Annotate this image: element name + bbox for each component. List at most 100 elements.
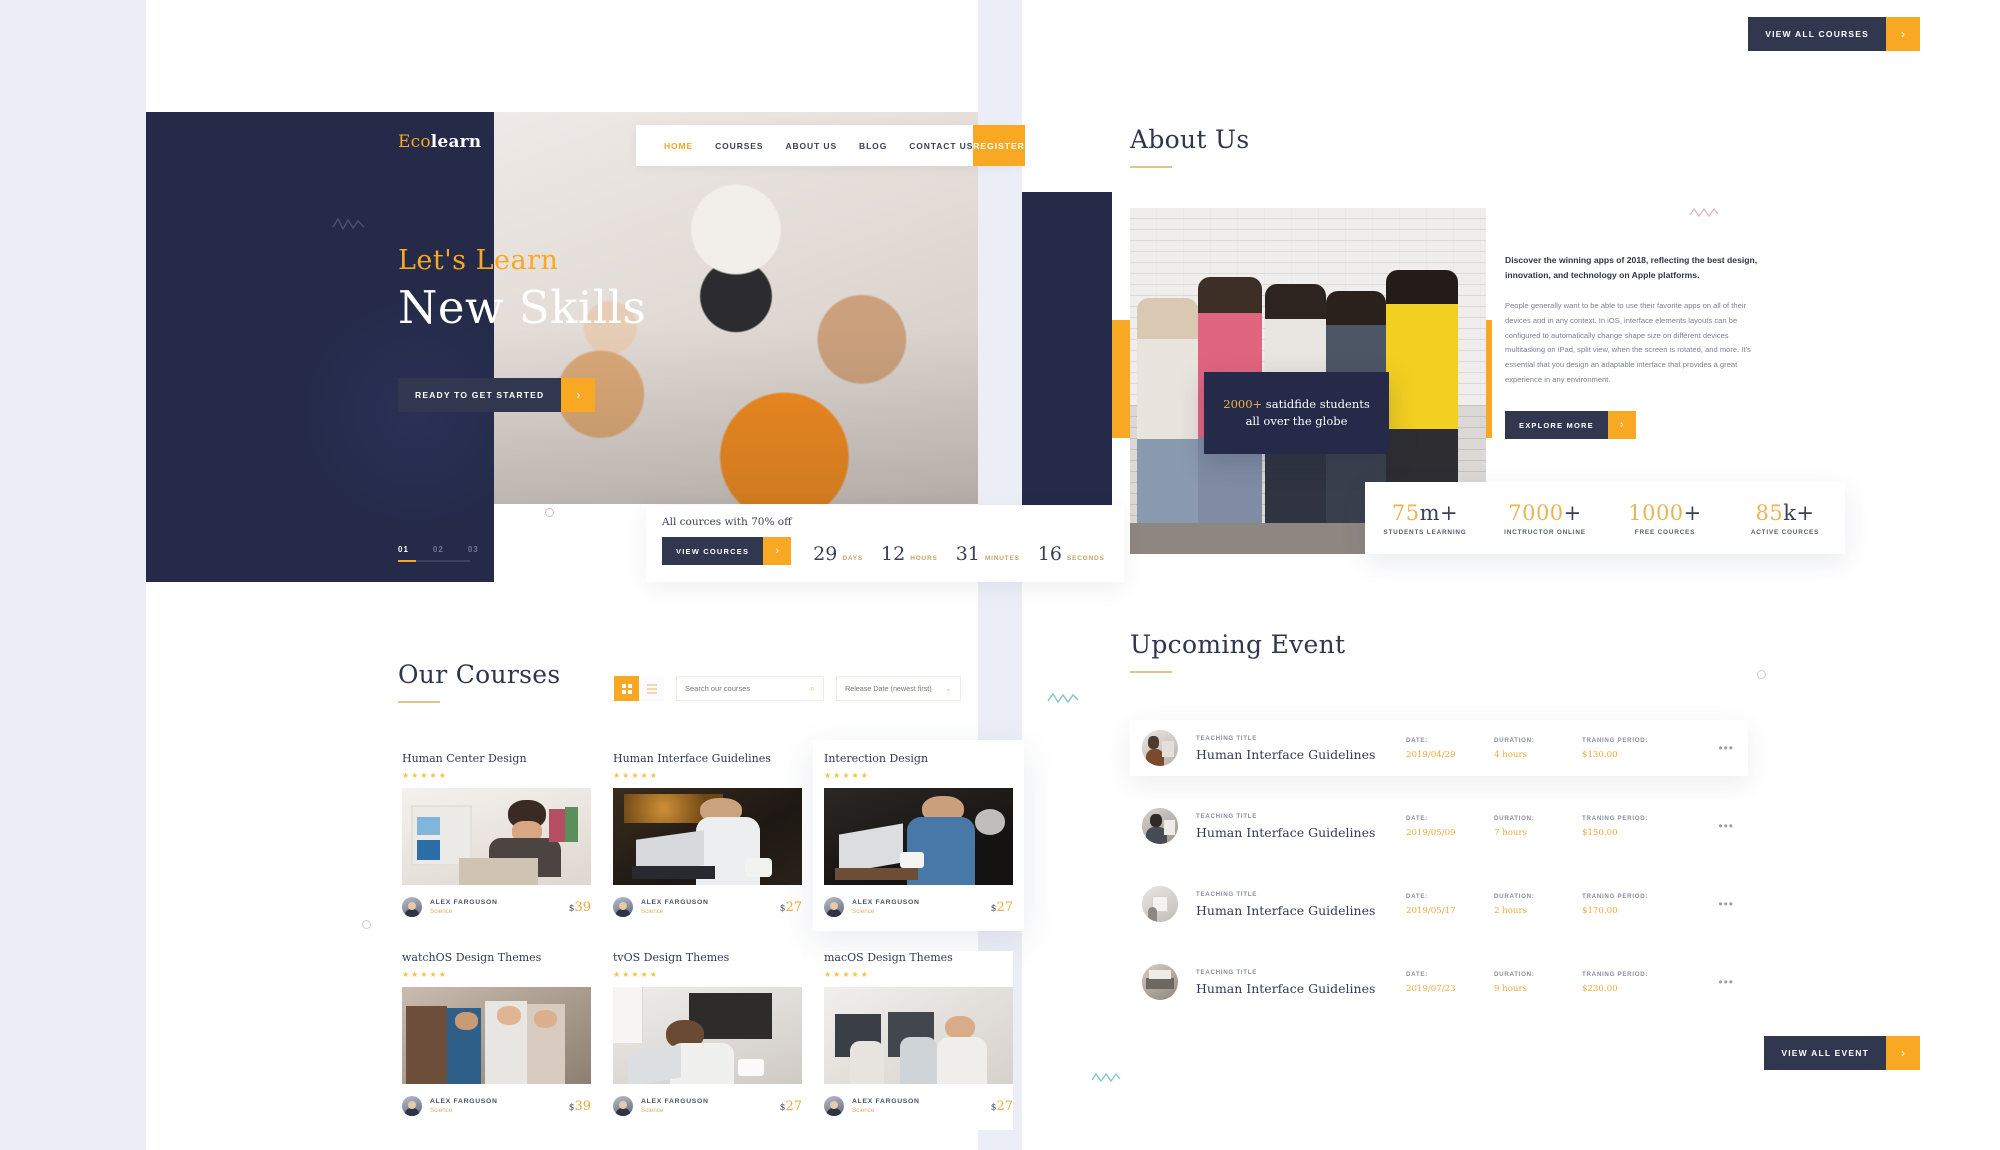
event-duration-value: 9 hours <box>1494 983 1527 994</box>
event-row[interactable]: TEACHING TITLE Human Interface Guideline… <box>1130 798 1748 854</box>
more-options-icon[interactable]: ••• <box>1718 897 1734 911</box>
course-thumbnail <box>402 788 591 885</box>
avatar <box>824 1096 844 1116</box>
event-title-column: TEACHING TITLE Human Interface Guideline… <box>1196 891 1406 918</box>
price-value: 27 <box>785 899 802 915</box>
stat-label: STUDENTS LEARNING <box>1383 528 1467 536</box>
nav-item-home[interactable]: HOME <box>664 141 693 151</box>
explore-more-button[interactable]: EXPLORE MORE › <box>1505 411 1636 445</box>
price-value: 27 <box>996 1098 1013 1114</box>
nav-item-contact-us[interactable]: CONTACT US <box>909 141 973 151</box>
view-all-courses-button[interactable]: VIEW ALL COURSES › <box>1748 17 1920 51</box>
countdown-days: 29 DAYS <box>813 543 863 565</box>
countdown-row: VIEW COURCES › 29 DAYS 12 HOURS 31 MINUT… <box>662 537 1124 571</box>
grid-icon <box>621 683 632 694</box>
event-row[interactable]: TEACHING TITLE Human Interface Guideline… <box>1130 954 1748 1010</box>
countdown-minutes-value: 31 <box>955 543 980 565</box>
view-courses-button[interactable]: VIEW COURCES › <box>662 537 792 571</box>
event-title: Human Interface Guidelines <box>1196 980 1376 996</box>
about-cta: EXPLORE MORE › <box>1505 411 1636 445</box>
event-period-column: TRANING PERIOD: $150.00 <box>1582 815 1692 838</box>
more-options-icon[interactable]: ••• <box>1718 975 1734 989</box>
course-footer: ALEX FARGUSON Science $27 <box>824 897 1013 931</box>
search-input[interactable] <box>685 684 810 693</box>
event-title-label: TEACHING TITLE <box>1196 812 1258 820</box>
register-button[interactable]: REGISTER <box>973 125 1025 166</box>
event-row[interactable]: TEACHING TITLE Human Interface Guideline… <box>1130 876 1748 932</box>
ready-to-get-started-button[interactable]: READY TO GET STARTED › <box>398 378 596 412</box>
event-title: Human Interface Guidelines <box>1196 824 1376 840</box>
stat-label: FREE COURCES <box>1634 528 1696 536</box>
courses-title: Our Courses <box>398 660 561 689</box>
countdown-hours-value: 12 <box>881 543 906 565</box>
sort-select[interactable]: Release Date (newest first) ⌄ <box>836 676 961 701</box>
countdown-hours-label: HOURS <box>910 555 938 562</box>
main-navigation: HOME COURSES ABOUT US BLOG CONTACT US RE… <box>636 125 1025 166</box>
chevron-right-icon: › <box>561 378 596 412</box>
event-title: Human Interface Guidelines <box>1196 902 1376 918</box>
course-thumbnail <box>824 788 1013 885</box>
countdown-seconds-value: 16 <box>1037 543 1062 565</box>
brand-logo[interactable]: Ecolearn <box>398 132 481 152</box>
course-price: $27 <box>991 1099 1013 1114</box>
event-date-column: DATE: 2019/04/29 <box>1406 737 1494 760</box>
course-author: ALEX FARGUSON <box>641 899 709 906</box>
stat-number: 75m+ <box>1365 501 1485 525</box>
event-date-label: DATE: <box>1406 736 1428 744</box>
event-title-label: TEACHING TITLE <box>1196 734 1258 742</box>
about-title-underline <box>1130 166 1172 168</box>
event-title-column: TEACHING TITLE Human Interface Guideline… <box>1196 969 1406 996</box>
event-date-label: DATE: <box>1406 970 1428 978</box>
slide-indicator-3[interactable]: 03 <box>468 545 479 554</box>
brand-eco: Eco <box>398 132 431 152</box>
course-thumbnail <box>613 788 802 885</box>
about-body: People generally want to be able to use … <box>1505 301 1751 385</box>
stat-label: INCTRUCTOR ONLINE <box>1504 528 1586 536</box>
explore-more-label: EXPLORE MORE <box>1505 411 1608 439</box>
more-options-icon[interactable]: ••• <box>1718 741 1734 755</box>
stat-value: 85 <box>1755 500 1784 525</box>
course-card[interactable]: Human Interface Guidelines ★★★★★ ALEX FA… <box>613 752 802 931</box>
event-date-value: 2019/04/29 <box>1406 749 1456 760</box>
course-price: $39 <box>569 900 591 915</box>
event-date-value: 2019/05/09 <box>1406 827 1456 838</box>
course-card[interactable]: watchOS Design Themes ★★★★★ ALEX FARGUSO… <box>402 951 591 1130</box>
hero-subtitle: Let's Learn <box>398 245 559 276</box>
course-card-featured[interactable]: Interection Design ★★★★★ ALEX FARGUSON S… <box>813 740 1024 931</box>
event-period-value: $150.00 <box>1582 827 1618 838</box>
course-category: Science <box>852 1107 875 1114</box>
stat-item: 7000+ INCTRUCTOR ONLINE <box>1485 501 1605 536</box>
course-card[interactable]: macOS Design Themes ★★★★★ ALEX FARGUSON … <box>824 951 1013 1130</box>
stat-suffix: k+ <box>1783 500 1815 525</box>
nav-item-about-us[interactable]: ABOUT US <box>785 141 837 151</box>
price-value: 39 <box>574 1098 591 1114</box>
courses-grid: Human Center Design ★★★★★ ALEX FARGUSON … <box>402 740 1024 1150</box>
event-duration-value: 7 hours <box>1494 827 1527 838</box>
view-toggle <box>614 676 664 701</box>
course-card[interactable]: Human Center Design ★★★★★ ALEX FARGUSON … <box>402 752 591 931</box>
decor-circle <box>545 508 554 517</box>
avatar <box>402 1096 422 1116</box>
more-options-icon[interactable]: ••• <box>1718 819 1734 833</box>
grid-view-button[interactable] <box>614 676 639 701</box>
search-box[interactable]: ⌕ <box>676 676 824 701</box>
event-date-label: DATE: <box>1406 814 1428 822</box>
view-all-courses-cta: VIEW ALL COURSES › <box>1748 17 1920 51</box>
courses-row: watchOS Design Themes ★★★★★ ALEX FARGUSO… <box>402 951 1014 1130</box>
nav-item-courses[interactable]: COURSES <box>715 141 763 151</box>
slide-indicator-2[interactable]: 02 <box>433 545 444 554</box>
view-all-event-button[interactable]: VIEW ALL EVENT › <box>1764 1036 1920 1070</box>
about-section-header: About Us <box>1130 125 1250 168</box>
nav-item-blog[interactable]: BLOG <box>859 141 887 151</box>
event-duration-column: DURATION: 7 hours <box>1494 815 1582 838</box>
slide-indicator-1[interactable]: 01 <box>398 545 409 554</box>
event-duration-label: DURATION: <box>1494 736 1535 744</box>
countdown-minutes-label: MINUTES <box>984 555 1020 562</box>
event-row[interactable]: TEACHING TITLE Human Interface Guideline… <box>1130 720 1748 776</box>
course-card[interactable]: tvOS Design Themes ★★★★★ ALEX FARGUSON S… <box>613 951 802 1130</box>
event-title-label: TEACHING TITLE <box>1196 968 1258 976</box>
course-title: tvOS Design Themes <box>613 951 730 964</box>
list-view-button[interactable] <box>639 676 664 701</box>
event-period-column: TRANING PERIOD: $130.00 <box>1582 737 1692 760</box>
event-title: Human Interface Guidelines <box>1196 746 1376 762</box>
